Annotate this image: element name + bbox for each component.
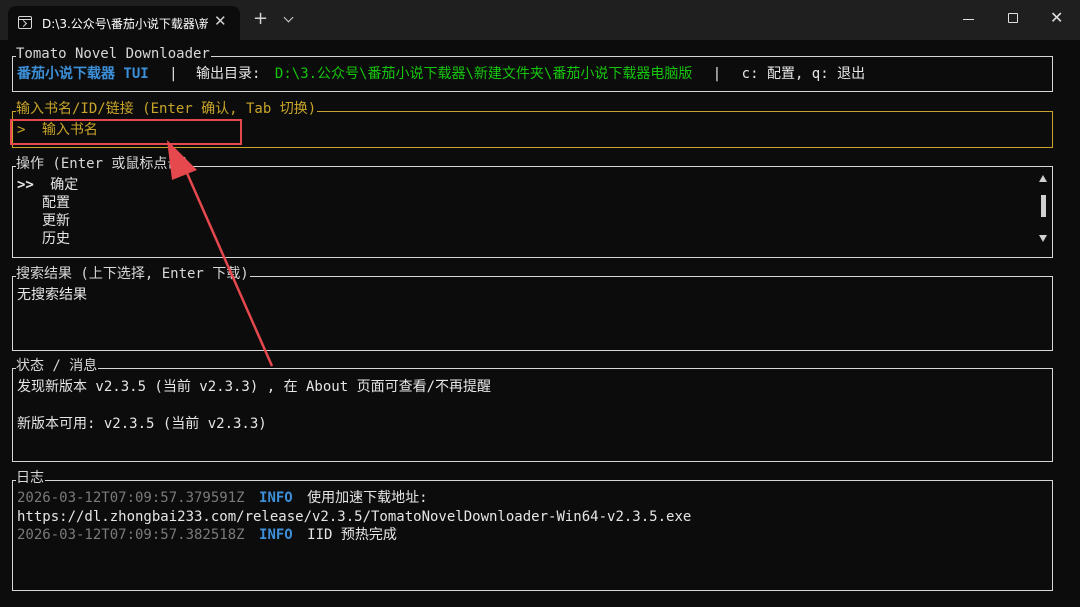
annotation-arrow — [167, 140, 274, 367]
